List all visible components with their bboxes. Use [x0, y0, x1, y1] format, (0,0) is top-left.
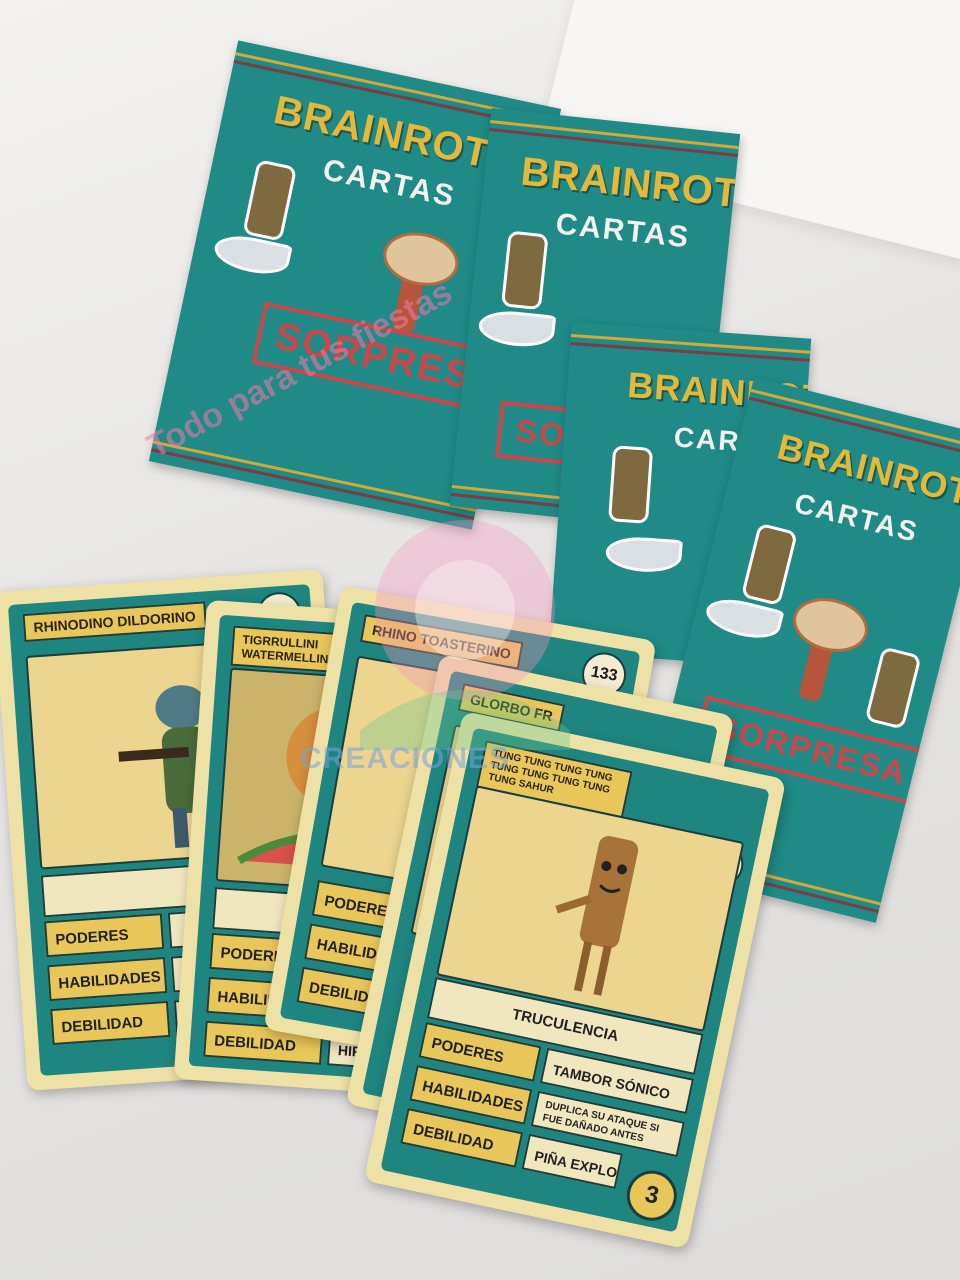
- pack-subtitle: CARTAS: [554, 207, 692, 255]
- shark-sticker-icon: [477, 307, 557, 350]
- character-sticker-icon: [864, 646, 922, 730]
- watermark-brand: CREACIONES: [300, 742, 511, 775]
- card-name: RHINODINO DILDORINO: [22, 601, 207, 643]
- character-sticker-icon: [740, 522, 798, 607]
- abilities-label: HABILIDADES: [47, 957, 168, 1002]
- weakness-label: DEBILIDAD: [50, 1000, 171, 1046]
- character-sticker-icon: [500, 230, 549, 311]
- character-sticker-icon: [242, 159, 298, 242]
- powers-label: PODERES: [44, 913, 165, 958]
- photo-scene: BRAINROT CARTAS SORPRESA BRAINROT CARTAS…: [0, 0, 960, 1280]
- pack-title: BRAINROT: [518, 149, 741, 217]
- shark-sticker-icon: [211, 230, 293, 280]
